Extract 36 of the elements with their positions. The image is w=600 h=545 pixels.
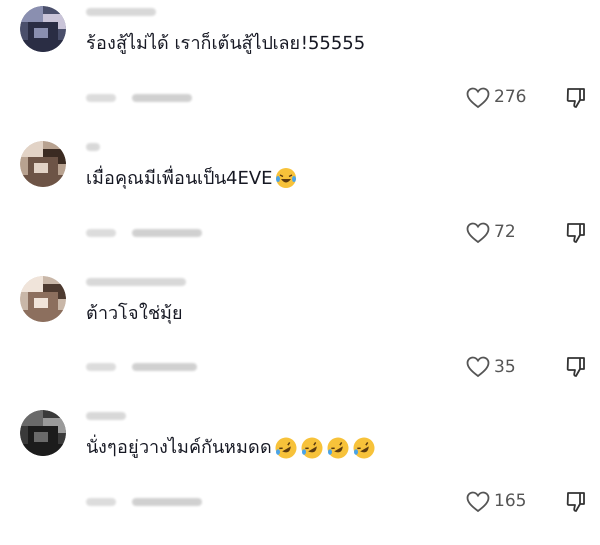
dislike-button[interactable]	[566, 86, 586, 109]
blurred-reply	[132, 498, 202, 506]
comment-text: ต้าวโจใช่มุ้ย	[86, 302, 183, 326]
thumbs-down-icon	[566, 222, 586, 244]
thumbs-down-icon	[566, 86, 586, 109]
heart-icon	[466, 491, 490, 513]
laughing-face-icon	[326, 436, 350, 460]
heart-icon	[466, 86, 490, 109]
thumbs-down-icon	[566, 356, 586, 378]
heart-icon	[466, 356, 490, 378]
blurred-reply	[132, 94, 192, 102]
like-button[interactable]: 35	[466, 354, 536, 380]
comment-text: เมื่อคุณมีเพื่อนเป็น4EVE	[86, 164, 273, 191]
laughing-face-icon	[300, 436, 324, 460]
comment-text: นั่งๆอยู่วางไมค์กันหมดด	[86, 434, 272, 462]
blurred-reply	[132, 228, 202, 236]
dislike-button[interactable]	[566, 222, 586, 244]
blurred-username	[86, 412, 126, 420]
laughing-face-icon	[352, 436, 376, 460]
blurred-reply	[132, 363, 197, 372]
dislike-button[interactable]	[566, 491, 586, 513]
like-button[interactable]: 276	[466, 85, 536, 110]
like-button[interactable]: 165	[466, 489, 536, 515]
thumbs-down-icon	[566, 491, 586, 513]
blurred-username	[86, 142, 100, 151]
like-button[interactable]: 72	[466, 220, 536, 246]
comment-text: ร้องสู้ไม่ได้ เราก็เต้นสู้ไปเลย!55555	[86, 31, 366, 56]
laughing-face-icon	[274, 436, 298, 460]
blurred-username	[86, 8, 156, 16]
blurred-time	[86, 94, 116, 102]
blurred-time	[86, 228, 116, 236]
dislike-button[interactable]	[566, 356, 586, 378]
blurred-time	[86, 363, 116, 372]
heart-icon	[466, 222, 490, 244]
laughing-face-icon	[274, 167, 297, 190]
blurred-time	[86, 498, 116, 506]
